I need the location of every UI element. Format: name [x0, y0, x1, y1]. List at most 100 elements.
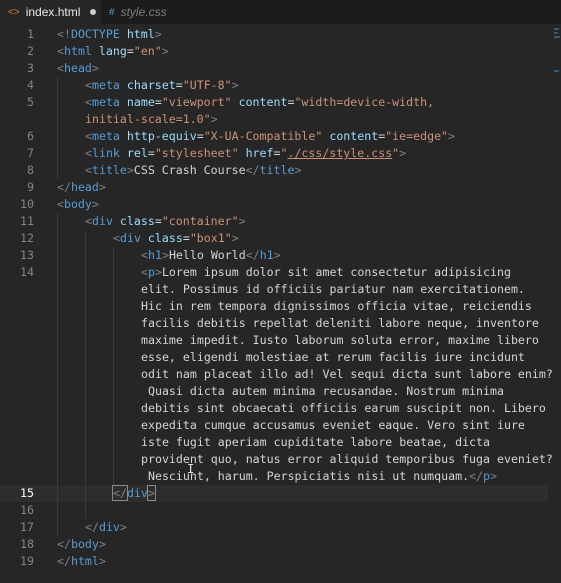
- code-line[interactable]: odit nam placeat illo ad! Vel sequi dict…: [0, 366, 553, 383]
- code-token: div: [126, 486, 148, 500]
- tab-index-html[interactable]: <> index.html: [0, 0, 101, 24]
- code-line[interactable]: Hic in rem tempora dignissimos officia v…: [0, 298, 548, 315]
- code-token: >: [126, 163, 134, 177]
- code-editor[interactable]: 1 <!DOCTYPE html> 2 <html lang="en"> 3 <head>…: [0, 26, 561, 583]
- code-text: <meta name="viewport" content="width=dev…: [85, 94, 434, 111]
- indent-guide: [113, 451, 114, 468]
- code-line[interactable]: 1 <!DOCTYPE html>: [0, 26, 548, 43]
- indent-guide: [85, 349, 86, 366]
- code-token: head: [63, 61, 92, 75]
- code-text: <title>CSS Crash Course</title>: [85, 162, 301, 179]
- indent-guide: [57, 298, 58, 315]
- unsaved-dot-icon[interactable]: [90, 9, 97, 15]
- code-token: "viewport": [161, 95, 232, 109]
- code-line[interactable]: debitis sint obcaecati officiis earum su…: [0, 400, 548, 417]
- code-token: =: [175, 78, 183, 92]
- tab-style-css[interactable]: # style.css: [101, 0, 191, 24]
- code-token: >: [161, 248, 169, 262]
- indent-guide: [85, 434, 86, 451]
- code-line[interactable]: 18 </body>: [0, 536, 548, 553]
- line-number: 13: [20, 248, 34, 262]
- indent-guide: [57, 349, 58, 366]
- code-line[interactable]: elit. Possimus id officiis pariatur nam …: [0, 281, 548, 298]
- code-line[interactable]: 5 <meta name="viewport" content="width=de…: [0, 94, 548, 111]
- code-token: elit. Possimus id officiis pariatur nam …: [141, 282, 525, 296]
- code-token: </: [245, 248, 260, 262]
- code-token: body: [70, 537, 99, 551]
- indent-guide: [113, 468, 114, 485]
- code-text: debitis sint obcaecati officiis earum su…: [141, 400, 546, 417]
- code-line[interactable]: provident quo, natus error aliquid tempo…: [0, 451, 553, 468]
- html-file-icon: <>: [8, 6, 20, 18]
- indent-guide: [113, 417, 114, 434]
- code-line[interactable]: 15 </div>: [0, 485, 548, 502]
- code-token: p: [483, 469, 491, 483]
- code-token: >: [161, 44, 169, 58]
- indent-guide: [57, 230, 58, 247]
- code-line[interactable]: expedita cumque accusamus eveniet eaque.…: [0, 417, 548, 434]
- code-line[interactable]: 14 <p>Lorem ipsum dolor sit amet consecte…: [0, 264, 548, 281]
- code-token: =: [126, 44, 134, 58]
- code-line[interactable]: 3 <head>: [0, 60, 548, 77]
- indent-guide: [113, 366, 114, 383]
- indent-guide: [57, 434, 58, 451]
- indent-guide: [85, 468, 86, 485]
- code-token: </: [85, 520, 99, 534]
- code-line[interactable]: Quasi dicta autem minima recusandae. Nos…: [0, 383, 548, 400]
- indent-guide: [113, 247, 114, 264]
- code-token: <: [85, 78, 92, 92]
- code-line[interactable]: 8 <title>CSS Crash Course</title>: [0, 162, 548, 179]
- indent-guide: [57, 128, 58, 145]
- minimap[interactable]: [548, 26, 561, 583]
- code-token: >: [490, 469, 497, 483]
- indent-guide: [85, 315, 86, 332]
- code-line[interactable]: maxime impedit. Iusto laborum soluta err…: [0, 332, 548, 349]
- code-line[interactable]: 11 <div class="container">: [0, 213, 548, 230]
- line-number: 10: [20, 197, 34, 211]
- code-line[interactable]: 4 <meta charset="UTF-8">: [0, 77, 548, 94]
- code-line[interactable]: 6 <meta http-equiv="X-UA-Compatible" cont…: [0, 128, 548, 145]
- indent-guide: [113, 383, 114, 400]
- code-line[interactable]: 13 <h1>Hello World</h1>: [0, 247, 548, 264]
- code-token: maxime impedit. Iusto laborum soluta err…: [141, 333, 539, 347]
- line-number: 3: [27, 61, 34, 75]
- tab-bar: <> index.html # style.css: [0, 0, 561, 24]
- code-line[interactable]: initial-scale=1.0">: [0, 111, 548, 128]
- indent-guide: [113, 281, 114, 298]
- code-token: "box1": [189, 231, 232, 245]
- line-number: 11: [20, 214, 34, 228]
- code-token: <: [113, 231, 120, 245]
- indent-guide: [113, 332, 114, 349]
- code-line[interactable]: 12 <div class="box1">: [0, 230, 548, 247]
- code-line[interactable]: 10 <body>: [0, 196, 548, 213]
- code-line[interactable]: esse, eligendi molestiae at rerum facili…: [0, 349, 548, 366]
- code-line[interactable]: Nesciunt, harum. Perspiciatis nisi ut nu…: [0, 468, 548, 485]
- code-token: >: [91, 61, 99, 75]
- line-number: 2: [27, 44, 34, 58]
- code-line[interactable]: facilis debitis repellat deleniti labore…: [0, 315, 548, 332]
- code-line[interactable]: 7 <link rel="stylesheet" href="./css/styl…: [0, 145, 548, 162]
- code-line[interactable]: iste fugit aperiam cupiditate labore bea…: [0, 434, 548, 451]
- code-token: Hello World: [168, 248, 246, 262]
- indent-guide: [85, 383, 86, 400]
- line-number: 1: [27, 27, 34, 41]
- code-token: DOCTYPE: [70, 27, 120, 41]
- code-line[interactable]: 17 </div>: [0, 519, 548, 536]
- code-line[interactable]: 19 </html>: [0, 553, 548, 570]
- code-text: <div class="box1">: [113, 230, 239, 247]
- indent-guide: [85, 247, 86, 264]
- code-text: elit. Possimus id officiis pariatur nam …: [141, 281, 525, 298]
- code-token: charset: [126, 78, 176, 92]
- code-text: provident quo, natus error aliquid tempo…: [141, 451, 553, 468]
- code-token: class: [119, 214, 155, 228]
- line-number: 14: [20, 265, 34, 279]
- code-line[interactable]: 2 <html lang="en">: [0, 43, 548, 60]
- code-token: <: [85, 214, 92, 228]
- code-line[interactable]: 9 </head>: [0, 179, 548, 196]
- indent-guide: [57, 247, 58, 264]
- code-token: meta: [91, 129, 120, 143]
- code-token: content: [329, 129, 379, 143]
- code-token: >: [91, 197, 99, 211]
- code-line[interactable]: 16: [0, 502, 548, 519]
